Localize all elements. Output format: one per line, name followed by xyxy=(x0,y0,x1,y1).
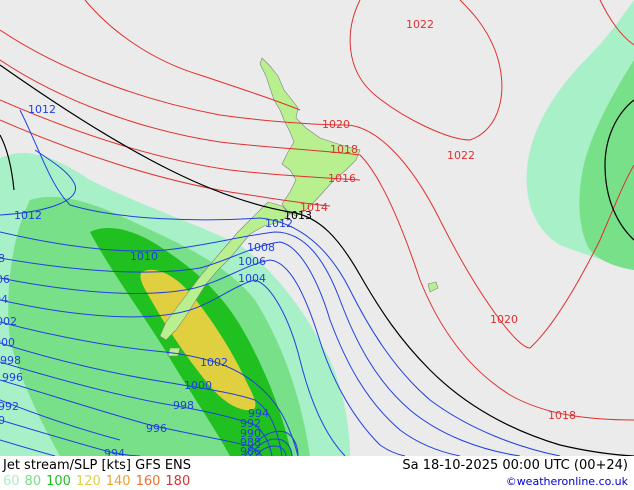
label-1012-center: 1012 xyxy=(265,217,293,230)
label-1004: 1004 xyxy=(238,272,266,285)
map-title: Jet stream/SLP [kts] GFS ENS xyxy=(3,458,192,473)
label-1012-left: 1012 xyxy=(14,209,42,222)
label-edge-000: 000 xyxy=(0,336,15,349)
label-1010: 1010 xyxy=(130,250,158,263)
label-1020-south: 1020 xyxy=(490,313,518,326)
label-edge-992: 992 xyxy=(0,400,19,413)
legend-160: 160 xyxy=(135,474,161,489)
forecast-datetime: Sa 18-10-2025 00:00 UTC (00+24) xyxy=(402,458,628,473)
legend-180: 180 xyxy=(165,474,191,489)
label-edge-002: 002 xyxy=(0,315,17,328)
label-1006: 1006 xyxy=(238,255,266,268)
label-1022-right: 1022 xyxy=(447,149,475,162)
legend-140: 140 xyxy=(105,474,131,489)
weather-map: 1022 1022 1020 1018 1016 1014 1020 1018 … xyxy=(0,0,634,460)
label-edge-06: 06 xyxy=(0,273,10,286)
legend-80: 80 xyxy=(24,474,42,489)
website-credit[interactable]: ©weatheronline.co.uk xyxy=(506,475,628,488)
wind-speed-legend: 60 80 100 120 140 160 180 xyxy=(3,474,195,489)
label-1008: 1008 xyxy=(247,241,275,254)
stewart-island xyxy=(167,347,181,357)
label-edge-996: 996 xyxy=(2,371,23,384)
label-1000: 1000 xyxy=(184,379,212,392)
label-1018-south: 1018 xyxy=(548,409,576,422)
label-1012-top: 1012 xyxy=(28,103,56,116)
label-1018-north: 1018 xyxy=(330,143,358,156)
map-footer: Jet stream/SLP [kts] GFS ENS Sa 18-10-20… xyxy=(0,456,634,490)
label-1020-north: 1020 xyxy=(322,118,350,131)
label-edge-998: 998 xyxy=(0,354,21,367)
label-edge-8: 8 xyxy=(0,252,5,265)
label-edge-04: 04 xyxy=(0,293,8,306)
label-998: 998 xyxy=(173,399,194,412)
label-edge-0: 0 xyxy=(0,414,5,427)
legend-100: 100 xyxy=(46,474,71,489)
legend-60: 60 xyxy=(3,474,20,489)
label-1022-top: 1022 xyxy=(406,18,434,31)
label-996: 996 xyxy=(146,422,167,435)
label-1002: 1002 xyxy=(200,356,228,369)
label-1016: 1016 xyxy=(328,172,356,185)
legend-120: 120 xyxy=(75,474,101,489)
